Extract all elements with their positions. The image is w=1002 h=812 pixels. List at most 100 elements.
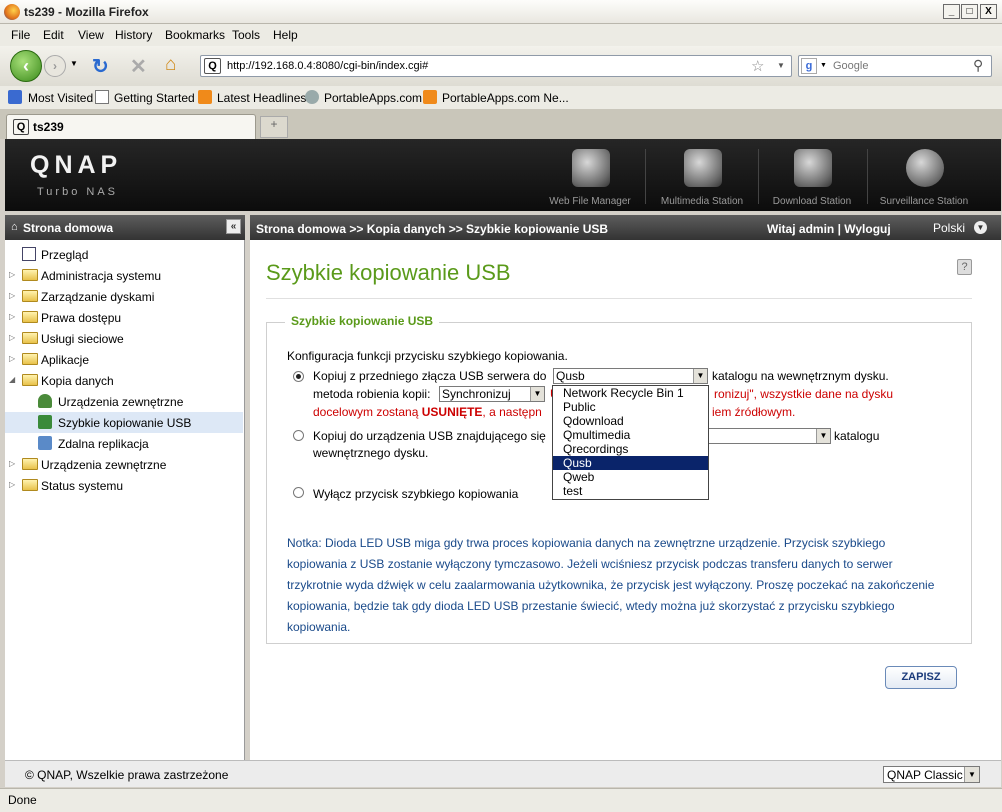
close-button[interactable]: X: [980, 4, 997, 19]
home-icon[interactable]: ⌂: [165, 54, 176, 76]
radio-disable-button[interactable]: [293, 487, 304, 498]
url-dropdown-icon[interactable]: ▼: [777, 61, 785, 70]
bookmark-most-visited[interactable]: Most Visited: [28, 91, 93, 105]
sidebar-item-label[interactable]: Prawa dostępu: [41, 311, 121, 325]
breadcrumb[interactable]: Strona domowa >> Kopia danych >> Szybkie…: [256, 222, 608, 236]
help-icon[interactable]: ?: [957, 259, 972, 275]
menu-bookmarks[interactable]: Bookmarks: [165, 28, 225, 42]
theme-select-value[interactable]: QNAP Classic: [887, 768, 963, 782]
sidebar-item-label[interactable]: Urządzenia zewnętrzne: [41, 458, 166, 472]
share-select[interactable]: Qusb ▼: [553, 368, 708, 384]
url-text[interactable]: http://192.168.0.4:8080/cgi-bin/index.cg…: [227, 60, 428, 72]
app-label[interactable]: Download Station: [757, 196, 867, 207]
chevron-down-icon[interactable]: ▼: [693, 369, 707, 383]
expand-arrow-icon[interactable]: ▷: [9, 270, 15, 279]
method-select-value[interactable]: Synchronizuj: [442, 387, 511, 401]
sidebar-item-label[interactable]: Zdalna replikacja: [58, 437, 149, 451]
menu-tools[interactable]: Tools: [232, 28, 260, 42]
menu-file[interactable]: File: [11, 28, 30, 42]
menu-edit[interactable]: Edit: [43, 28, 64, 42]
tab-ts239[interactable]: Q ts239: [6, 114, 256, 139]
dropdown-option[interactable]: Qweb: [553, 470, 708, 484]
save-button[interactable]: ZAPISZ: [885, 666, 957, 689]
dropdown-option[interactable]: Qdownload: [553, 414, 708, 428]
sidebar-item-status-systemu[interactable]: ▷ Status systemu: [5, 475, 243, 496]
sidebar-item-aplikacje[interactable]: ▷ Aplikacje: [5, 349, 243, 370]
search-engine-dropdown-icon[interactable]: ▼: [820, 62, 827, 69]
collapse-sidebar-button[interactable]: «: [226, 219, 241, 234]
app-label[interactable]: Web File Manager: [535, 196, 645, 207]
url-bar[interactable]: Q http://192.168.0.4:8080/cgi-bin/index.…: [200, 55, 792, 77]
back-arrow-icon[interactable]: ‹: [10, 50, 42, 82]
tab-label[interactable]: ts239: [33, 120, 64, 134]
dropdown-option[interactable]: Public: [553, 400, 708, 414]
radio-copy-to-usb[interactable]: [293, 430, 304, 441]
dropdown-option[interactable]: test: [553, 484, 708, 498]
radio-copy-from-usb[interactable]: [293, 371, 304, 382]
sidebar-item-przeglad[interactable]: Przegląd: [5, 244, 243, 265]
sidebar-item-urzadzenia-zewnetrzne[interactable]: ▷ Urządzenia zewnętrzne: [5, 454, 243, 475]
welcome-logout[interactable]: Witaj admin | Wyloguj: [767, 222, 891, 236]
stop-icon[interactable]: ✕: [130, 54, 147, 79]
collapse-arrow-icon[interactable]: ◢: [9, 375, 15, 384]
sidebar-item-label[interactable]: Usługi sieciowe: [41, 332, 124, 346]
sidebar-item-label[interactable]: Aplikacje: [41, 353, 89, 367]
bookmark-getting-started[interactable]: Getting Started: [114, 91, 195, 105]
theme-select[interactable]: QNAP Classic ▼: [883, 766, 980, 783]
menu-view[interactable]: View: [78, 28, 104, 42]
sidebar-item-zdalna-replikacja[interactable]: Zdalna replikacja: [5, 433, 243, 454]
expand-arrow-icon[interactable]: ▷: [9, 291, 15, 300]
option3-label[interactable]: Wyłącz przycisk szybkiego kopiowania: [313, 487, 518, 501]
reload-icon[interactable]: ↻: [92, 54, 109, 79]
new-tab-button[interactable]: +: [260, 116, 288, 138]
option1-label[interactable]: Kopiuj z przedniego złącza USB serwera d…: [313, 369, 546, 383]
share-select-value[interactable]: Qusb: [556, 369, 585, 383]
sidebar-item-uslugi-sieciowe[interactable]: ▷ Usługi sieciowe: [5, 328, 243, 349]
search-placeholder[interactable]: Google: [833, 60, 868, 72]
expand-arrow-icon[interactable]: ▷: [9, 354, 15, 363]
expand-arrow-icon[interactable]: ▷: [9, 480, 15, 489]
bookmark-portableapps-news[interactable]: PortableApps.com Ne...: [442, 91, 569, 105]
sidebar-item-kopia-danych[interactable]: ◢ Kopia danych: [5, 370, 243, 391]
sidebar-item-urzadzenia-zewnetrzne-backup[interactable]: Urządzenia zewnętrzne: [5, 391, 243, 412]
sidebar-item-label[interactable]: Szybkie kopiowanie USB: [58, 416, 191, 430]
method-select[interactable]: Synchronizuj ▼: [439, 386, 545, 402]
expand-arrow-icon[interactable]: ▷: [9, 459, 15, 468]
language-dropdown-icon[interactable]: ▼: [974, 221, 987, 234]
language-selector[interactable]: Polski: [933, 221, 965, 235]
search-icon[interactable]: ⚲: [973, 57, 983, 74]
expand-arrow-icon[interactable]: ▷: [9, 333, 15, 342]
sidebar-item-label[interactable]: Zarządzanie dyskami: [41, 290, 154, 304]
maximize-button[interactable]: □: [961, 4, 978, 19]
sidebar-item-prawa-dostepu[interactable]: ▷ Prawa dostępu: [5, 307, 243, 328]
dropdown-option-selected[interactable]: Qusb: [553, 456, 708, 470]
bookmark-portableapps[interactable]: PortableApps.com: [324, 91, 422, 105]
chevron-down-icon[interactable]: ▼: [530, 387, 544, 401]
sidebar-item-label[interactable]: Urządzenia zewnętrzne: [58, 395, 183, 409]
expand-arrow-icon[interactable]: ▷: [9, 312, 15, 321]
sidebar-item-label[interactable]: Przegląd: [41, 248, 88, 262]
sidebar-item-szybkie-kopiowanie-usb[interactable]: Szybkie kopiowanie USB: [5, 412, 243, 433]
multimedia-station-app[interactable]: Multimedia Station: [647, 145, 757, 209]
search-box[interactable]: g ▼ Google ⚲: [798, 55, 992, 77]
sidebar-item-label[interactable]: Kopia danych: [41, 374, 114, 388]
app-label[interactable]: Surveillance Station: [869, 196, 979, 207]
history-dropdown-icon[interactable]: ▼: [70, 59, 78, 68]
dropdown-option[interactable]: Network Recycle Bin 1: [553, 386, 708, 400]
chevron-down-icon[interactable]: ▼: [964, 767, 979, 782]
menu-history[interactable]: History: [115, 28, 152, 42]
search-engine-icon[interactable]: g: [801, 58, 817, 74]
sidebar-item-label[interactable]: Administracja systemu: [41, 269, 161, 283]
bookmark-star-icon[interactable]: ☆: [751, 57, 764, 75]
bookmark-latest-headlines[interactable]: Latest Headlines: [217, 91, 306, 105]
dropdown-option[interactable]: Qmultimedia: [553, 428, 708, 442]
surveillance-station-app[interactable]: Surveillance Station: [869, 145, 979, 209]
sidebar-item-zarzadzanie-dyskami[interactable]: ▷ Zarządzanie dyskami: [5, 286, 243, 307]
download-station-app[interactable]: Download Station: [757, 145, 867, 209]
app-label[interactable]: Multimedia Station: [647, 196, 757, 207]
dest-share-select[interactable]: ▼: [707, 428, 831, 444]
dropdown-option[interactable]: Qrecordings: [553, 442, 708, 456]
minimize-button[interactable]: _: [943, 4, 960, 19]
menu-help[interactable]: Help: [273, 28, 298, 42]
forward-arrow-icon[interactable]: ›: [44, 55, 66, 77]
